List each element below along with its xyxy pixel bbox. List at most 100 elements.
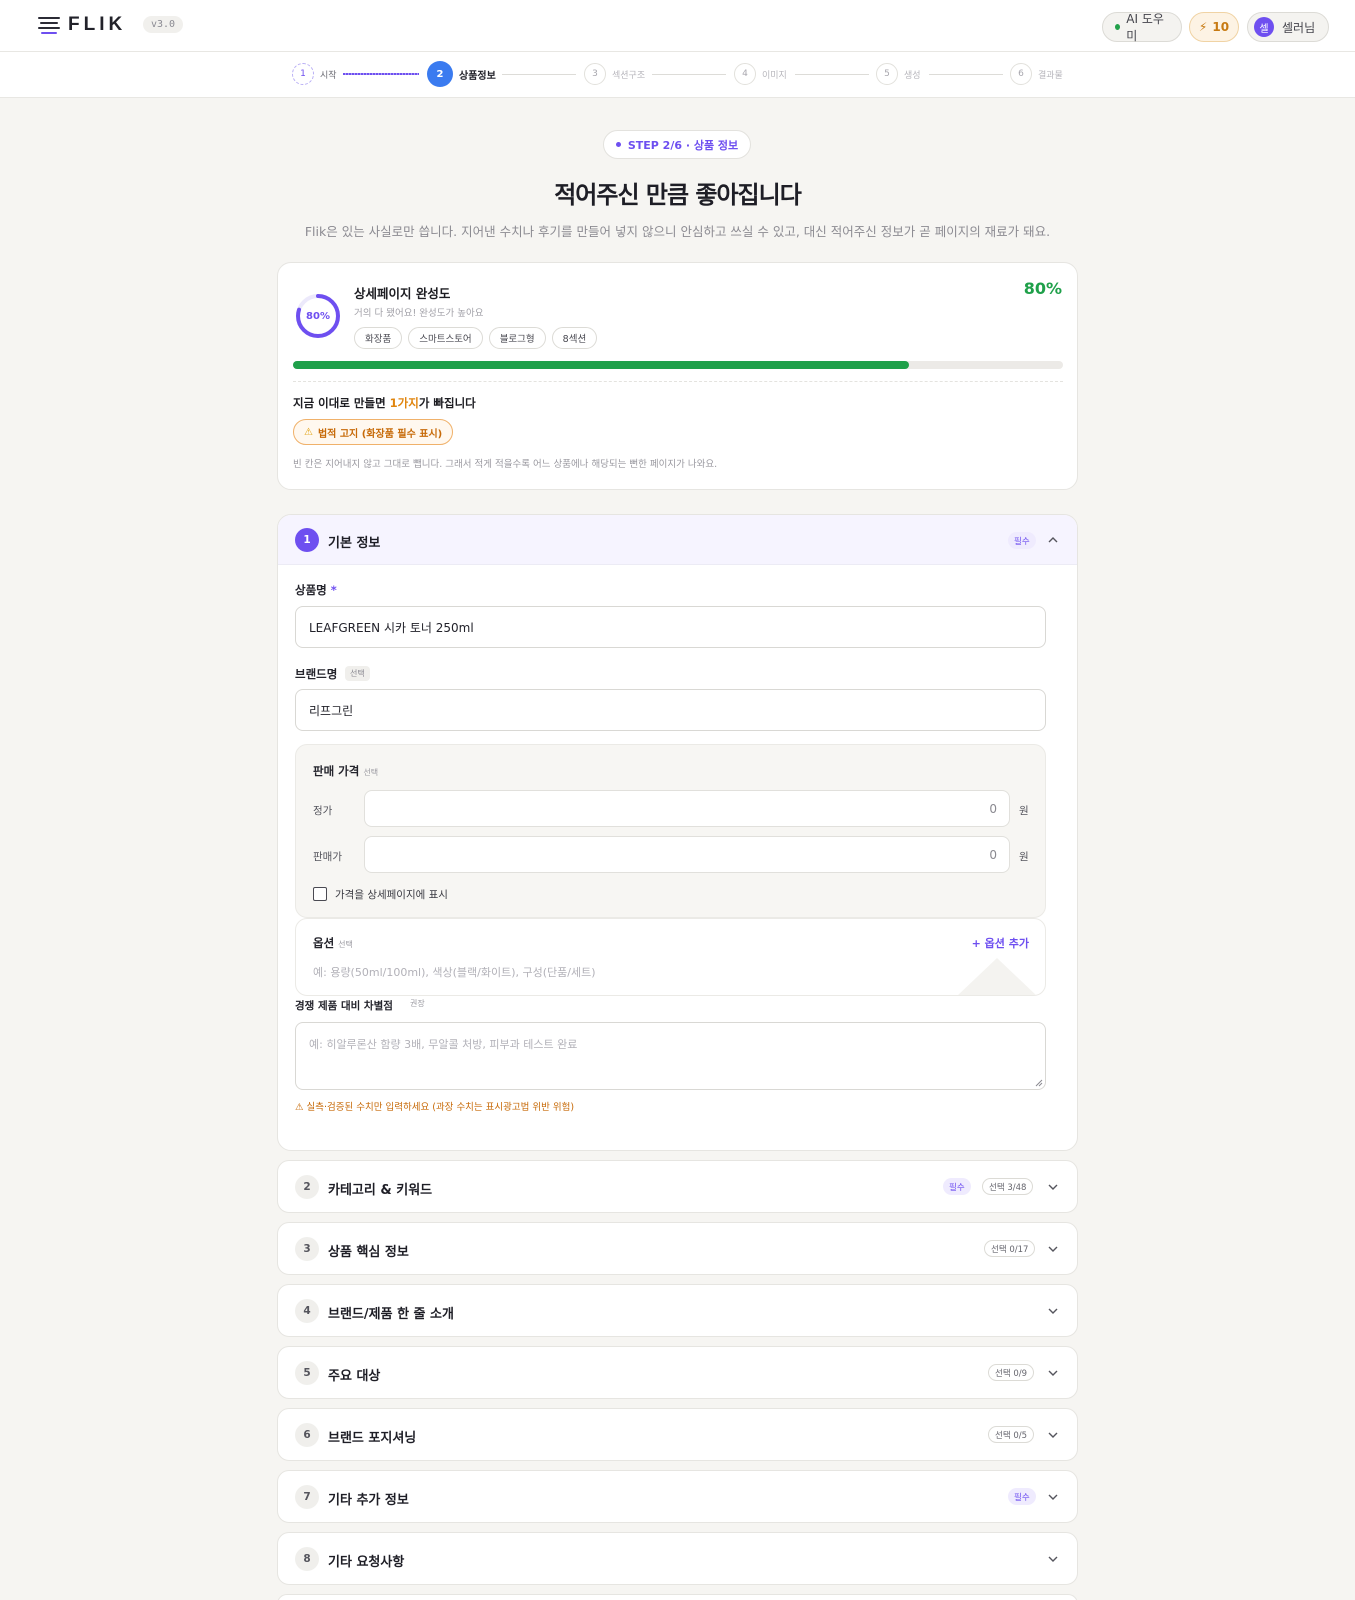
differentiator-textarea[interactable]: 예: 히알루론산 함량 3배, 무알콜 처방, 피부과 테스트 완료: [295, 1022, 1046, 1090]
add-option-button[interactable]: + 옵션 추가: [972, 935, 1029, 951]
section-product-core-info[interactable]: 3 상품 핵심 정보 선택 0/17: [277, 1222, 1078, 1275]
missing-item-chip[interactable]: ⚠ 법적 고지 (화장품 필수 표시): [293, 419, 454, 445]
step-label: 생성: [904, 70, 921, 81]
step-label: 결과물: [1038, 70, 1063, 81]
sale-price-input[interactable]: 0: [364, 836, 1010, 873]
step-4[interactable]: 4 이미지: [734, 63, 787, 85]
completeness-subtitle: 거의 다 됐어요! 완성도가 높아요: [354, 308, 484, 319]
top-bar: FLIK v3.0 AI 도우미 ⚡ 10 셀 셀러님: [0, 0, 1355, 52]
tag-style: 블로그형: [488, 327, 546, 349]
step-label: 이미지: [762, 70, 787, 81]
sale-price-label: 판매가: [313, 851, 342, 863]
differentiator-placeholder: 예: 히알루론산 함량 3배, 무알콜 처방, 피부과 테스트 완료: [309, 1038, 578, 1051]
step-connector: [502, 74, 576, 75]
section-basic-info: 1 기본 정보 필수 상품명 * LEAFGREEN 시카 토너 250ml 브랜…: [277, 514, 1078, 1151]
section-number: 5: [295, 1361, 319, 1385]
section-target-audience[interactable]: 5 주요 대상 선택 0/9: [277, 1346, 1078, 1399]
chevron-down-icon[interactable]: [1046, 1242, 1060, 1256]
completeness-title: 상세페이지 완성도: [354, 286, 451, 301]
credits-count: 10: [1212, 20, 1230, 34]
options-panel: 옵션 선택 + 옵션 추가 예: 용량(50ml/100ml), 색상(블랙/화이…: [295, 918, 1046, 996]
page-subtitle: Flik은 있는 사실로만 씁니다. 지어낸 수치나 후기를 만들어 넣지 않으…: [304, 224, 1051, 239]
step-number: 3: [584, 63, 606, 85]
section-number: 1: [295, 528, 319, 552]
logo[interactable]: FLIK: [38, 14, 126, 36]
step-1[interactable]: 1 시작: [292, 63, 337, 85]
legal-warning: ⚠ 실측·검증된 수치만 입력하세요 (과장 수치는 표시광고법 위반 위험): [295, 1102, 575, 1113]
currency-unit: 원: [1019, 805, 1029, 817]
page-title: 적어주신 만큼 좋아집니다: [554, 181, 802, 209]
step-connector: [652, 74, 726, 75]
section-one-line-intro[interactable]: 4 브랜드/제품 한 줄 소개: [277, 1284, 1078, 1337]
missing-item-label: 법적 고지 (화장품 필수 표시): [317, 428, 443, 440]
ai-assistant-button[interactable]: AI 도우미: [1102, 12, 1182, 43]
dot-icon: [615, 142, 621, 147]
section-brand-positioning[interactable]: 6 브랜드 포지셔닝 선택 0/5: [277, 1408, 1078, 1461]
section-number: 3: [295, 1237, 319, 1261]
step-badge-label: STEP 2/6 · 상품 정보: [627, 138, 739, 152]
section-category-keywords[interactable]: 2 카테고리 & 키워드 필수 선택 3/48: [277, 1160, 1078, 1213]
step-label: 상품정보: [459, 70, 496, 82]
step-label: 시작: [320, 70, 337, 81]
product-name-input[interactable]: LEAFGREEN 시카 토너 250ml: [295, 606, 1046, 648]
menu-lines-icon: [38, 16, 60, 34]
step-5[interactable]: 5 생성: [876, 63, 921, 85]
differentiator-label: 경쟁 제품 대비 차별점: [295, 1000, 393, 1012]
step-6[interactable]: 6 결과물: [1010, 63, 1063, 85]
price-title: 판매 가격 선택: [313, 764, 379, 778]
section-header[interactable]: 1 기본 정보 필수: [278, 515, 1077, 565]
required-badge: 필수: [1008, 532, 1036, 549]
status-dot-icon: [1115, 24, 1121, 30]
list-price-label: 정가: [313, 805, 333, 817]
completeness-card: 80% 상세페이지 완성도 거의 다 됐어요! 완성도가 높아요 80% 화장품…: [277, 262, 1078, 490]
list-price-input[interactable]: 0: [364, 790, 1010, 827]
options-placeholder: 예: 용량(50ml/100ml), 색상(블랙/화이트), 구성(단품/세트): [313, 966, 596, 979]
section-extra-info[interactable]: 7 기타 추가 정보 필수: [277, 1470, 1078, 1523]
section-number: 4: [295, 1299, 319, 1323]
step-2[interactable]: 2 상품정보: [427, 61, 496, 87]
tag-channel: 스마트스토어: [408, 327, 483, 349]
section-number: 8: [295, 1547, 319, 1571]
version-badge: v3.0: [143, 16, 184, 33]
completeness-note: 빈 칸은 지어내지 않고 그대로 뺍니다. 그래서 적게 적을수록 어느 상품에…: [293, 459, 718, 470]
completeness-percent: 80%: [1023, 279, 1062, 298]
show-price-label: 가격을 상세페이지에 표시: [335, 889, 448, 901]
currency-unit: 원: [1019, 851, 1029, 863]
lightning-icon: ⚡: [1198, 20, 1208, 34]
options-title: 옵션 선택: [313, 936, 353, 950]
section-number: 2: [295, 1175, 319, 1199]
section-other-requests[interactable]: 8 기타 요청사항: [277, 1532, 1078, 1585]
section-number: 6: [295, 1423, 319, 1447]
progress-ring-label: 80%: [306, 310, 330, 322]
step-connector: [343, 73, 419, 75]
completeness-progress-bar: [293, 361, 1063, 369]
chevron-down-icon[interactable]: [1046, 1180, 1060, 1194]
chevron-down-icon[interactable]: [1046, 1490, 1060, 1504]
tag-sections: 8섹션: [551, 327, 598, 349]
section-title: 기본 정보: [328, 536, 381, 551]
chevron-down-icon[interactable]: [1046, 1366, 1060, 1380]
chevron-down-icon[interactable]: [1046, 1304, 1060, 1318]
section-number: 7: [295, 1485, 319, 1509]
credits-button[interactable]: ⚡ 10: [1189, 12, 1239, 42]
recommend-tag: 권장: [410, 999, 425, 1008]
brand-name-input[interactable]: 리프그린: [295, 689, 1046, 731]
user-menu-button[interactable]: 셀 셀러님: [1247, 12, 1329, 42]
ai-assistant-label: AI 도우미: [1126, 12, 1164, 43]
chevron-up-icon[interactable]: [1046, 533, 1060, 547]
show-price-checkbox[interactable]: [313, 887, 327, 901]
product-name-label: 상품명 *: [295, 583, 337, 597]
optional-tag: 선택: [345, 666, 370, 681]
tag-category: 화장품: [354, 327, 403, 349]
chevron-down-icon[interactable]: [1046, 1428, 1060, 1442]
missing-summary: 지금 이대로 만들면 1가지가 빠집니다: [293, 396, 476, 410]
logo-text: FLIK: [68, 14, 127, 35]
step-3[interactable]: 3 섹션구조: [584, 63, 645, 85]
warning-icon: ⚠: [304, 426, 313, 438]
stepper: 1 시작 2 상품정보 3 섹션구조 4 이미지 5 생성 6 결과물: [0, 52, 1355, 98]
resize-handle-icon[interactable]: [1035, 1079, 1043, 1087]
tag-list: 화장품 스마트스토어 블로그형 8섹션: [354, 327, 598, 349]
step-connector: [929, 74, 1003, 75]
step-badge: STEP 2/6 · 상품 정보: [603, 130, 751, 159]
chevron-down-icon[interactable]: [1046, 1552, 1060, 1566]
